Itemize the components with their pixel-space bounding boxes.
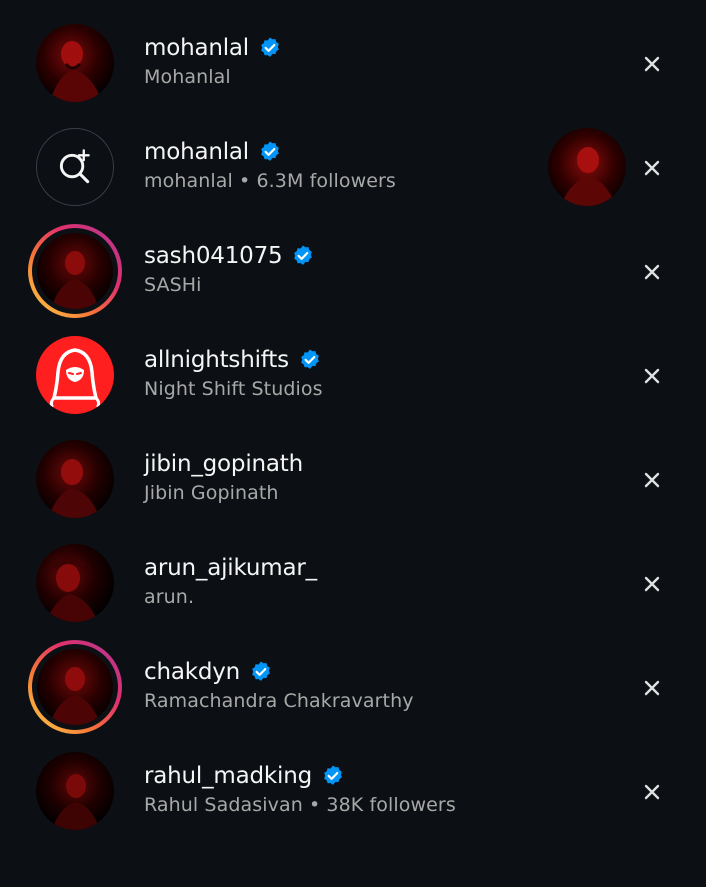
hooded-figure-logo[interactable] <box>36 336 114 414</box>
result-thumbnail[interactable] <box>548 128 626 206</box>
username: mohanlal <box>144 139 249 165</box>
username: allnightshifts <box>144 347 289 373</box>
verified-badge-icon <box>321 764 345 788</box>
full-name: Mohanlal <box>144 66 231 88</box>
verified-badge-icon <box>258 36 282 60</box>
search-sparkle-icon <box>36 128 114 206</box>
full-name: SASHi <box>144 274 202 296</box>
search-result-row[interactable]: sash041075 SASHi <box>0 218 706 322</box>
username: mohanlal <box>144 35 249 61</box>
search-result-row[interactable]: arun_ajikumar_ arun. <box>0 530 706 634</box>
username: rahul_madking <box>144 763 312 789</box>
username: chakdyn <box>144 659 241 685</box>
subtitle: Rahul Sadasivan • 38K followers <box>144 794 456 816</box>
close-icon[interactable] <box>638 50 666 78</box>
close-icon[interactable] <box>638 258 666 286</box>
close-icon[interactable] <box>638 674 666 702</box>
username: arun_ajikumar_ <box>144 555 317 581</box>
verified-badge-icon <box>298 348 322 372</box>
avatar[interactable] <box>36 544 114 622</box>
close-icon[interactable] <box>638 466 666 494</box>
close-icon[interactable] <box>638 362 666 390</box>
verified-badge-icon <box>291 244 315 268</box>
full-name: Jibin Gopinath <box>144 482 279 504</box>
search-result-row[interactable]: jibin_gopinath Jibin Gopinath <box>0 426 706 530</box>
close-icon[interactable] <box>638 778 666 806</box>
verified-badge-icon <box>249 660 273 684</box>
avatar-story-ring[interactable] <box>28 224 122 318</box>
full-name: Ramachandra Chakravarthy <box>144 690 414 712</box>
avatar[interactable] <box>36 440 114 518</box>
search-result-row[interactable]: rahul_madking Rahul Sadasivan • 38K foll… <box>0 738 706 842</box>
subtitle: mohanlal • 6.3M followers <box>144 170 396 192</box>
full-name: arun. <box>144 586 195 608</box>
full-name: Night Shift Studios <box>144 378 323 400</box>
verified-badge-icon <box>258 140 282 164</box>
avatar-story-ring[interactable] <box>28 640 122 734</box>
search-result-row[interactable]: allnightshifts Night Shift Studios <box>0 322 706 426</box>
close-icon[interactable] <box>638 570 666 598</box>
search-result-row[interactable]: chakdyn Ramachandra Chakravarthy <box>0 634 706 738</box>
close-icon[interactable] <box>638 154 666 182</box>
avatar[interactable] <box>36 24 114 102</box>
avatar[interactable] <box>36 752 114 830</box>
search-result-row[interactable]: mohanlal Mohanlal <box>0 10 706 114</box>
username: jibin_gopinath <box>144 451 303 477</box>
username: sash041075 <box>144 243 283 269</box>
